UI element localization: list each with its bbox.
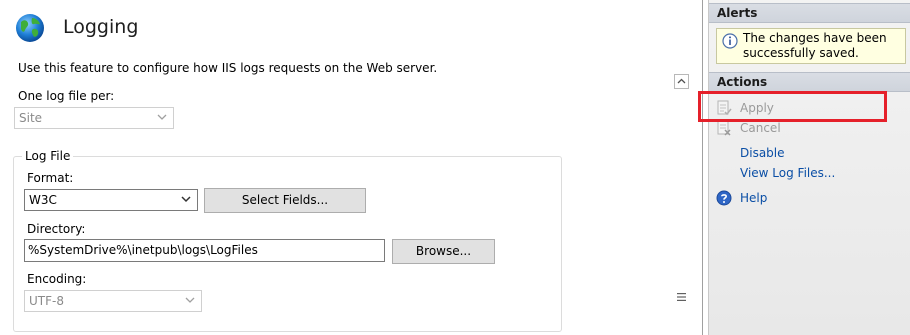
vertical-scrollbar[interactable]	[673, 73, 690, 335]
cancel-label: Cancel	[740, 121, 781, 135]
encoding-label: Encoding:	[27, 272, 87, 286]
chevron-up-icon	[677, 78, 686, 84]
encoding-value: UTF-8	[29, 294, 64, 308]
alerts-header: Alerts	[709, 3, 910, 23]
chevron-down-icon	[181, 196, 191, 203]
alert-message-box: The changes have been successfully saved…	[716, 28, 906, 64]
directory-label: Directory:	[27, 222, 86, 236]
log-file-legend: Log File	[22, 149, 74, 163]
disable-label[interactable]: Disable	[740, 146, 785, 160]
format-label: Format:	[27, 171, 74, 185]
scroll-grip-icon[interactable]	[677, 292, 686, 302]
scroll-up-button[interactable]	[674, 74, 689, 89]
log-scope-select[interactable]: Site	[14, 107, 174, 129]
log-scope-label: One log file per:	[18, 89, 115, 103]
alert-text: The changes have been successfully saved…	[743, 31, 887, 60]
cancel-icon	[717, 120, 731, 136]
chevron-down-icon	[185, 297, 195, 303]
select-fields-button[interactable]: Select Fields...	[204, 188, 366, 213]
apply-highlight-box	[698, 91, 887, 122]
help-icon	[716, 190, 732, 206]
view-log-files-label[interactable]: View Log Files...	[740, 166, 835, 180]
actions-pane: Alerts The changes have been successfull…	[708, 0, 910, 335]
help-label: Help	[740, 191, 768, 205]
format-select[interactable]: W3C	[24, 189, 198, 211]
feature-description: Use this feature to configure how IIS lo…	[18, 61, 438, 75]
log-scope-value: Site	[19, 111, 43, 125]
globe-icon	[16, 14, 44, 42]
info-icon	[722, 33, 738, 49]
logging-feature-panel: Logging Use this feature to configure ho…	[0, 0, 703, 335]
page-title: Logging	[63, 16, 139, 38]
encoding-select[interactable]: UTF-8	[24, 290, 202, 312]
chevron-down-icon	[157, 114, 167, 120]
actions-header: Actions	[709, 72, 910, 92]
directory-input[interactable]: %SystemDrive%\inetpub\logs\LogFiles	[24, 239, 385, 262]
browse-button[interactable]: Browse...	[392, 239, 495, 264]
format-value: W3C	[29, 193, 57, 207]
